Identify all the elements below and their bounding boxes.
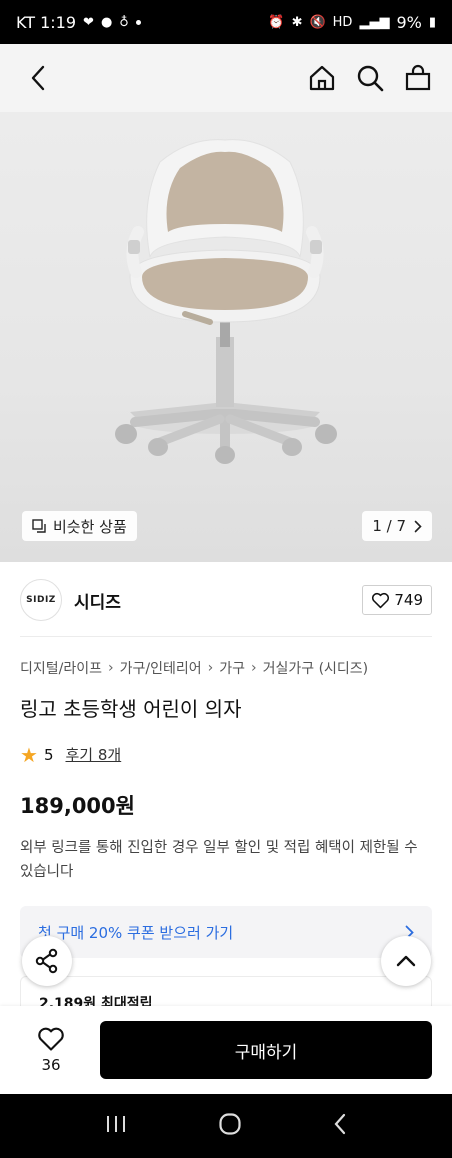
seller-logo: SIDIZ — [20, 579, 62, 621]
rating-row: ★ 5 후기 8개 — [20, 744, 121, 765]
breadcrumb-item[interactable]: 거실가구 (시디즈) — [263, 658, 369, 678]
breadcrumb-separator-icon: › — [250, 660, 257, 676]
seller-row: SIDIZ 시디즈 749 — [20, 578, 432, 622]
star-icon: ★ — [20, 742, 38, 767]
like-count: 749 — [394, 591, 423, 609]
status-carrier-time: KT 1:19 — [16, 12, 77, 32]
gallery-page-counter[interactable]: 1 / 7 — [362, 511, 432, 541]
shopping-bag-icon — [405, 64, 431, 91]
home-button[interactable] — [308, 64, 336, 92]
back-button[interactable] — [24, 64, 52, 92]
product-image-gallery[interactable]: 비슷한 상품 1 / 7 — [0, 112, 452, 562]
coupon-label: 첫 구매 20% 쿠폰 받으러 가기 — [38, 923, 234, 942]
rating-value: 5 — [43, 745, 54, 764]
page-counter-text: 1 / 7 — [372, 517, 406, 535]
app-header — [0, 44, 452, 112]
wishlist-button[interactable]: 36 — [20, 1026, 82, 1074]
external-link-notice: 외부 링크를 통해 진입한 경우 일부 할인 및 적립 혜택이 제한될 수 있습… — [20, 840, 418, 880]
battery-icon: ▮ — [428, 14, 436, 30]
system-nav-bar — [0, 1094, 452, 1158]
chevron-up-icon — [396, 955, 416, 967]
search-icon — [357, 65, 384, 92]
chevron-right-icon — [414, 520, 422, 532]
heart-icon — [372, 592, 390, 608]
chair-product-image — [115, 139, 337, 464]
header-actions — [308, 64, 432, 92]
chevron-left-icon — [31, 65, 45, 91]
breadcrumb-item[interactable]: 가구 — [219, 658, 245, 678]
coupon-banner[interactable]: 첫 구매 20% 쿠폰 받으러 가기 — [20, 906, 432, 958]
breadcrumb: 디지털/라이프 › 가구/인테리어 › 가구 › 거실가구 (시디즈) — [20, 658, 432, 678]
buy-button[interactable]: 구매하기 — [100, 1021, 432, 1079]
battery-level: 9% — [396, 12, 422, 32]
product-price: 189,000원 — [20, 794, 135, 818]
notification-icon: ♁ — [119, 14, 129, 30]
seller-info[interactable]: SIDIZ 시디즈 — [20, 579, 121, 621]
back-nav-button[interactable] — [333, 1113, 347, 1139]
bluetooth-icon: ✱ — [291, 14, 303, 30]
breadcrumb-item[interactable]: 가구/인테리어 — [120, 658, 202, 678]
cart-button[interactable] — [404, 64, 432, 92]
app-notification-icon: ● — [100, 14, 113, 30]
breadcrumb-separator-icon: › — [207, 660, 214, 676]
home-icon — [309, 65, 335, 91]
heart-icon — [38, 1027, 64, 1051]
product-title: 링고 초등학생 어린이 의자 — [20, 697, 242, 721]
breadcrumb-item[interactable]: 디지털/라이프 — [20, 658, 102, 678]
more-notifications-icon — [135, 19, 141, 25]
status-left: KT 1:19 ❤ ● ♁ — [16, 13, 141, 32]
home-circle-icon — [219, 1113, 241, 1135]
similar-products-label: 비슷한 상품 — [53, 517, 127, 536]
review-link[interactable]: 후기 8개 — [65, 744, 121, 765]
similar-products-button[interactable]: 비슷한 상품 — [22, 511, 137, 541]
heart-notification-icon: ❤ — [83, 14, 94, 30]
status-bar: KT 1:19 ❤ ● ♁ ⏰ ✱ 🔇 HD ▂▄▆ 9% ▮ — [0, 0, 452, 44]
mute-icon: 🔇 — [309, 14, 326, 30]
wishlist-count: 36 — [41, 1056, 61, 1074]
back-arrow-icon — [334, 1113, 345, 1135]
home-nav-button[interactable] — [218, 1112, 242, 1140]
breadcrumb-separator-icon: › — [108, 660, 114, 676]
alarm-icon: ⏰ — [268, 14, 285, 30]
signal-icon: ▂▄▆ — [359, 14, 390, 30]
like-button[interactable]: 749 — [362, 585, 432, 615]
divider — [20, 636, 432, 637]
recent-apps-icon — [107, 1116, 126, 1132]
search-button[interactable] — [356, 64, 384, 92]
recent-apps-button[interactable] — [105, 1114, 127, 1138]
scroll-to-top-button[interactable] — [381, 936, 431, 986]
share-button[interactable] — [22, 936, 72, 986]
status-right: ⏰ ✱ 🔇 HD ▂▄▆ 9% ▮ — [268, 13, 436, 32]
copy-icon — [32, 518, 46, 533]
purchase-bar: 36 구매하기 — [0, 1006, 452, 1094]
share-icon — [35, 948, 58, 974]
seller-name: 시디즈 — [74, 592, 121, 613]
hd-icon: HD — [332, 14, 353, 30]
